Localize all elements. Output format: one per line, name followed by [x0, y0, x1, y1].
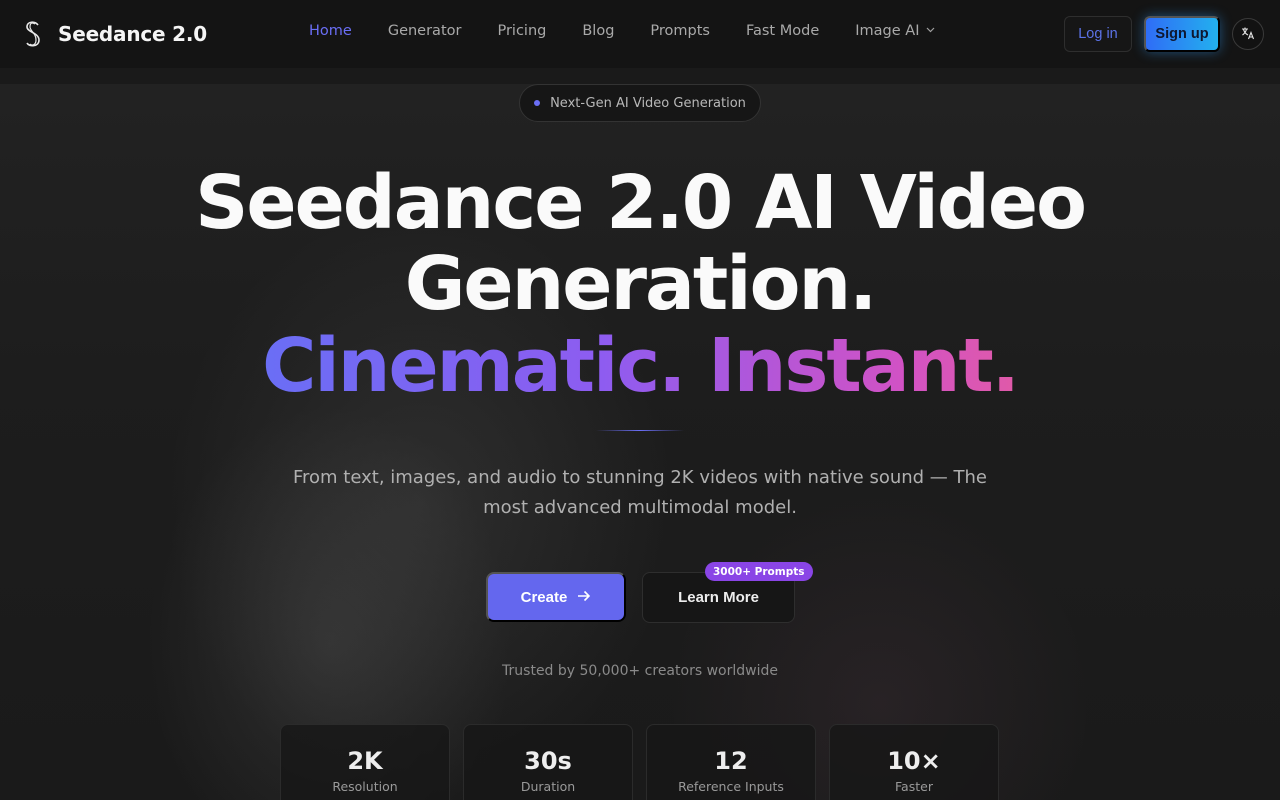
create-button[interactable]: Create	[486, 572, 626, 622]
translate-icon	[1241, 26, 1255, 43]
stat-card: 2K Resolution	[280, 724, 450, 800]
arrow-right-icon	[577, 589, 591, 606]
stat-card: 30s Duration	[463, 724, 633, 800]
hero-title-line-1: Seedance 2.0 AI Video	[195, 160, 1087, 246]
stat-label: Reference Inputs	[678, 779, 784, 794]
status-dot-icon	[534, 100, 541, 106]
nav-image-ai-label: Image AI	[855, 23, 920, 39]
stat-label: Duration	[520, 779, 576, 794]
login-button[interactable]: Log in	[1064, 16, 1132, 52]
hero-title-gradient-text: Cinematic. Instant.	[262, 323, 1020, 409]
top-navigation: Seedance 2.0 Home Generator Pricing Blog…	[0, 0, 1280, 68]
hero-title-line-2: Generation.	[404, 241, 878, 327]
brand[interactable]: Seedance 2.0	[20, 18, 207, 50]
stat-label: Resolution	[332, 779, 398, 794]
nav-divider-strip	[0, 68, 1280, 84]
stats-row: 2K Resolution 30s Duration 12 Reference …	[280, 724, 999, 800]
nav-generator[interactable]: Generator	[388, 23, 462, 39]
stat-value: 10×	[887, 747, 941, 775]
hero-tag-pill: Next-Gen AI Video Generation	[519, 84, 761, 122]
stat-label: Faster	[895, 779, 933, 794]
prompts-count-badge: 3000+ Prompts	[705, 562, 813, 581]
stat-value: 30s	[524, 747, 572, 775]
create-button-label: Create	[520, 588, 568, 606]
s-logo-icon	[20, 18, 46, 50]
stat-value: 2K	[347, 747, 383, 775]
nav-image-ai[interactable]: Image AI	[855, 23, 935, 39]
nav-pricing[interactable]: Pricing	[497, 23, 546, 39]
stat-card: 12 Reference Inputs	[646, 724, 816, 800]
language-button[interactable]	[1232, 18, 1264, 50]
stat-value: 12	[714, 747, 748, 775]
nav-blog[interactable]: Blog	[582, 23, 614, 39]
hero-subtitle: From text, images, and audio to stunning…	[292, 467, 988, 518]
nav-fast-mode[interactable]: Fast Mode	[746, 23, 819, 39]
signup-button[interactable]: Sign up	[1144, 16, 1220, 52]
nav-home[interactable]: Home	[309, 23, 352, 39]
stat-card: 10× Faster	[829, 724, 999, 800]
trusted-by-text: Trusted by 50,000+ creators worldwide	[502, 663, 778, 679]
hero-title-line-3: Cinematic. Instant.	[0, 326, 1280, 406]
brand-name: Seedance 2.0	[58, 22, 207, 46]
nav-prompts[interactable]: Prompts	[650, 23, 710, 39]
hero-divider	[596, 430, 684, 431]
chevron-down-icon	[926, 26, 935, 36]
nav-links: Home Generator Pricing Blog Prompts Fast…	[309, 23, 971, 39]
hero-tag-text: Next-Gen AI Video Generation	[550, 95, 746, 111]
